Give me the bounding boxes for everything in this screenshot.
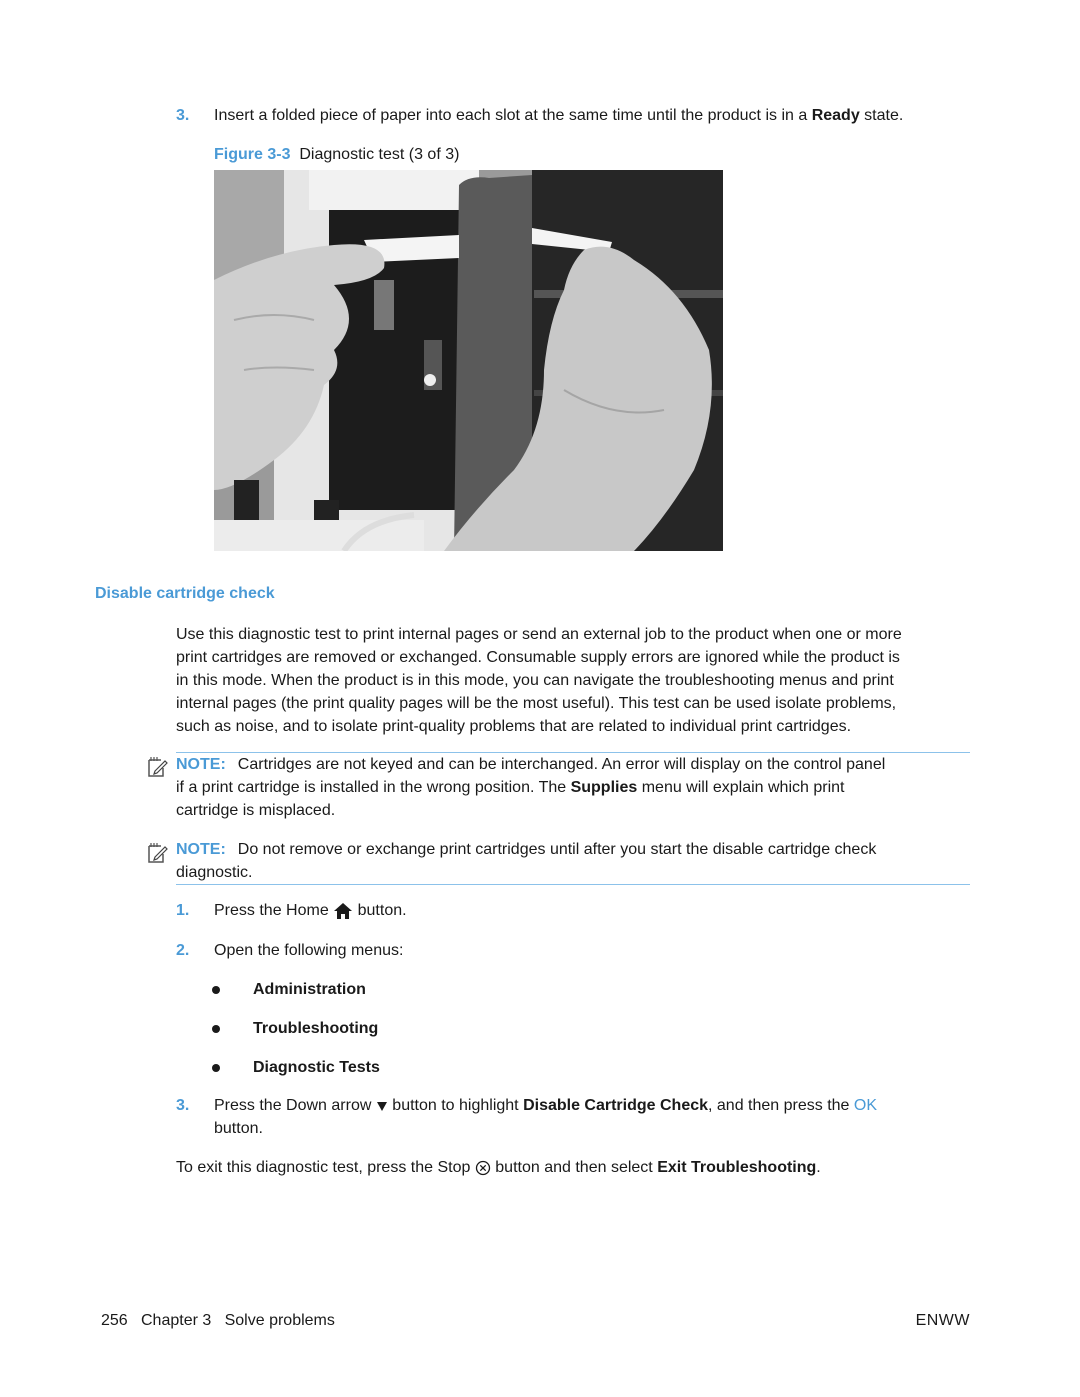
paragraph-line: Use this diagnostic test to print intern…: [176, 626, 902, 643]
figure-caption-text: Diagnostic test (3 of 3): [299, 146, 460, 163]
step-2-text: Open the following menus:: [214, 942, 404, 959]
step-text-part: button to highlight: [392, 1097, 524, 1114]
bullet: [212, 986, 220, 994]
paragraph-line: print cartridges are removed or exchange…: [176, 649, 900, 666]
step-3-text-line2: button.: [214, 1120, 263, 1137]
paragraph-line: internal pages (the print quality pages …: [176, 695, 897, 712]
paragraph-line: in this mode. When the product is in thi…: [176, 672, 894, 689]
note-text: Do not remove or exchange print cartridg…: [237, 841, 877, 858]
bullet: [212, 1064, 220, 1072]
menu-diagnostic-tests: Diagnostic Tests: [253, 1059, 380, 1076]
ready-state-term: Ready: [811, 107, 860, 124]
step-text-part: Insert a folded piece of paper into each…: [214, 107, 812, 124]
disable-cartridge-check-term: Disable Cartridge Check: [523, 1097, 709, 1114]
step-number: 3.: [176, 1097, 190, 1114]
step-1-text: Press the Home button.: [214, 901, 407, 921]
note-text: if a print cartridge is installed in the…: [176, 779, 571, 796]
exit-text-part: .: [816, 1159, 821, 1176]
ok-button-term: OK: [853, 1097, 878, 1114]
step-text-part: , and then press the: [708, 1097, 854, 1114]
step-text-part: Press the Home: [214, 902, 329, 920]
note-text: cartridge is misplaced.: [176, 802, 336, 819]
exit-instructions: To exit this diagnostic test, press the …: [176, 1158, 821, 1178]
figure-caption: Figure 3-3 Diagnostic test (3 of 3): [214, 145, 459, 165]
supplies-menu-term: Supplies: [570, 779, 638, 796]
note-text: Cartridges are not keyed and can be inte…: [237, 756, 886, 773]
figure-label: Figure 3-3: [214, 146, 291, 163]
note-bottom-rule: [176, 884, 970, 885]
note-2: NOTE: Do not remove or exchange print car…: [176, 838, 971, 884]
exit-troubleshooting-term: Exit Troubleshooting: [657, 1159, 817, 1176]
step-3-text: Press the Down arrow button to highlight…: [214, 1096, 877, 1116]
note-1: NOTE: Cartridges are not keyed and can be…: [176, 753, 971, 822]
page-number: 256: [101, 1312, 128, 1329]
note-icon: [148, 843, 168, 863]
exit-text-part: button and then select: [495, 1159, 658, 1176]
step-text: Insert a folded piece of paper into each…: [214, 106, 903, 126]
step-number: 3.: [176, 107, 190, 124]
menu-troubleshooting: Troubleshooting: [253, 1020, 379, 1037]
home-icon: [334, 903, 353, 919]
step-text-part: button.: [357, 902, 407, 920]
note-icon: [148, 757, 168, 777]
intro-paragraph: Use this diagnostic test to print intern…: [176, 623, 971, 738]
note-text: diagnostic.: [176, 864, 253, 881]
bullet: [212, 1025, 220, 1033]
step-number: 1.: [176, 902, 190, 919]
step-text-part: Press the Down arrow: [214, 1097, 372, 1114]
stop-icon: [475, 1160, 490, 1175]
diagnostic-test-photo: [214, 170, 723, 551]
note-label: NOTE:: [176, 756, 226, 773]
chapter-title: Chapter 3 Solve problems: [141, 1312, 335, 1329]
footer-locale-code: ENWW: [915, 1312, 970, 1329]
menu-administration: Administration: [253, 981, 366, 998]
down-arrow-icon: [376, 1101, 387, 1111]
section-heading: Disable cartridge check: [95, 585, 275, 602]
note-label: NOTE:: [176, 841, 226, 858]
step-text-part: state.: [859, 107, 904, 124]
note-text: menu will explain which print: [637, 779, 845, 796]
exit-text-part: To exit this diagnostic test, press the …: [176, 1159, 471, 1176]
paragraph-line: such as noise, and to isolate print-qual…: [176, 718, 852, 735]
photo-illustration: [214, 170, 723, 551]
step-number: 2.: [176, 942, 190, 959]
